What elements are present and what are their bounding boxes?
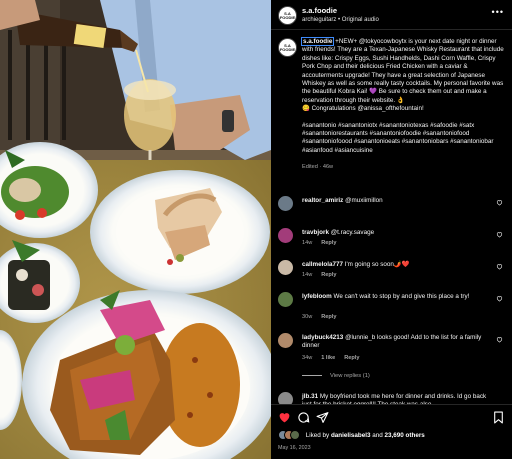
commenter-username[interactable]: ladybuck4213	[302, 334, 343, 341]
commenter-username[interactable]: travbjork	[302, 229, 329, 236]
post-header: S.A FOODIE s.a.foodie archieguitarz • Ori…	[271, 0, 512, 30]
caption-body: +NEW+ @tokyocowboytx is your next date n…	[302, 38, 504, 104]
commenter-username[interactable]: lyfebloom	[302, 293, 332, 300]
caption-congrats: 😋 Congratulations @anissa_ofthefountain!	[302, 105, 424, 113]
caption-author-avatar[interactable]: S.A FOODIE	[278, 38, 297, 57]
caption-hashtags[interactable]: #sanantonio #sanantoniotx #sanantoniotex…	[302, 122, 506, 156]
commenter-username[interactable]: realtor_amiriz	[302, 197, 343, 204]
comment-time: 14w	[302, 272, 313, 278]
post-caption: s.a.foodie +NEW+ @tokyocowboytx is your …	[300, 37, 506, 172]
comment-time: 14w	[302, 240, 313, 246]
post-actions-bar	[271, 404, 512, 428]
comment-text: @t.racy.savage	[330, 229, 375, 236]
likes-count[interactable]: 23,690 others	[385, 432, 425, 439]
reply-line	[302, 374, 322, 376]
likes-middle: and	[370, 431, 385, 439]
heart-filled-icon[interactable]	[278, 411, 291, 424]
comment-icon[interactable]	[297, 411, 310, 424]
more-horizontal-icon[interactable]: •••	[492, 7, 504, 17]
caption-edited-time: Edited · 46w	[302, 164, 334, 171]
like-comment-icon[interactable]	[496, 199, 503, 206]
author-avatar[interactable]: S.A FOODIE	[278, 6, 297, 25]
comment-meta: 14w Reply	[302, 272, 346, 278]
author-username[interactable]: s.a.foodie	[302, 6, 337, 15]
commenter-avatar[interactable]	[278, 196, 293, 211]
comment-meta: 14w Reply	[302, 240, 346, 246]
commenter-avatar[interactable]	[278, 228, 293, 243]
comment-text: I'm going so soon🌶️❤️	[344, 261, 410, 268]
commenter-avatar[interactable]	[278, 260, 293, 275]
post-detail-panel: S.A FOODIE s.a.foodie archieguitarz • Ori…	[271, 0, 512, 459]
like-comment-icon[interactable]	[496, 295, 503, 302]
commenter-avatar[interactable]	[278, 333, 293, 348]
like-comment-icon[interactable]	[496, 336, 503, 343]
commenter-username[interactable]: jlb.31	[302, 393, 318, 400]
comment-like-count[interactable]: 1 like	[321, 355, 335, 361]
likes-prefix: Liked by	[305, 431, 331, 439]
commenter-username[interactable]: callmelola777	[302, 261, 343, 268]
reply-button[interactable]: Reply	[321, 314, 336, 320]
reply-button[interactable]: Reply	[321, 272, 336, 278]
liker-avatar	[290, 430, 300, 440]
reply-button[interactable]: Reply	[321, 240, 336, 246]
commenter-avatar[interactable]	[278, 292, 293, 307]
comment-meta: 30w Reply	[302, 314, 346, 320]
post-photo[interactable]	[0, 0, 271, 459]
post-date: May 16, 2023	[278, 445, 311, 451]
share-icon[interactable]	[316, 411, 329, 424]
comment-time: 34w	[302, 355, 313, 361]
view-replies-button[interactable]: View replies (1)	[302, 373, 370, 379]
comment-meta: 34w 1 like Reply	[302, 355, 369, 361]
liker-username[interactable]: danielisabel3	[331, 432, 371, 439]
reply-button[interactable]: Reply	[344, 355, 359, 361]
like-comment-icon[interactable]	[496, 263, 503, 270]
caption-username[interactable]: s.a.foodie	[300, 37, 335, 46]
audio-attribution[interactable]: archieguitarz • Original audio	[302, 17, 379, 23]
bookmark-icon[interactable]	[492, 411, 505, 424]
comment-time: 30w	[302, 314, 313, 320]
comment-text: @muxiimillon	[345, 197, 383, 204]
like-comment-icon[interactable]	[496, 231, 503, 238]
food-photo-illustration	[0, 0, 271, 459]
comment-text: We can't wait to stop by and give this p…	[333, 293, 470, 300]
likes-summary[interactable]: Liked by danielisabel3 and 23,690 others	[278, 430, 508, 442]
